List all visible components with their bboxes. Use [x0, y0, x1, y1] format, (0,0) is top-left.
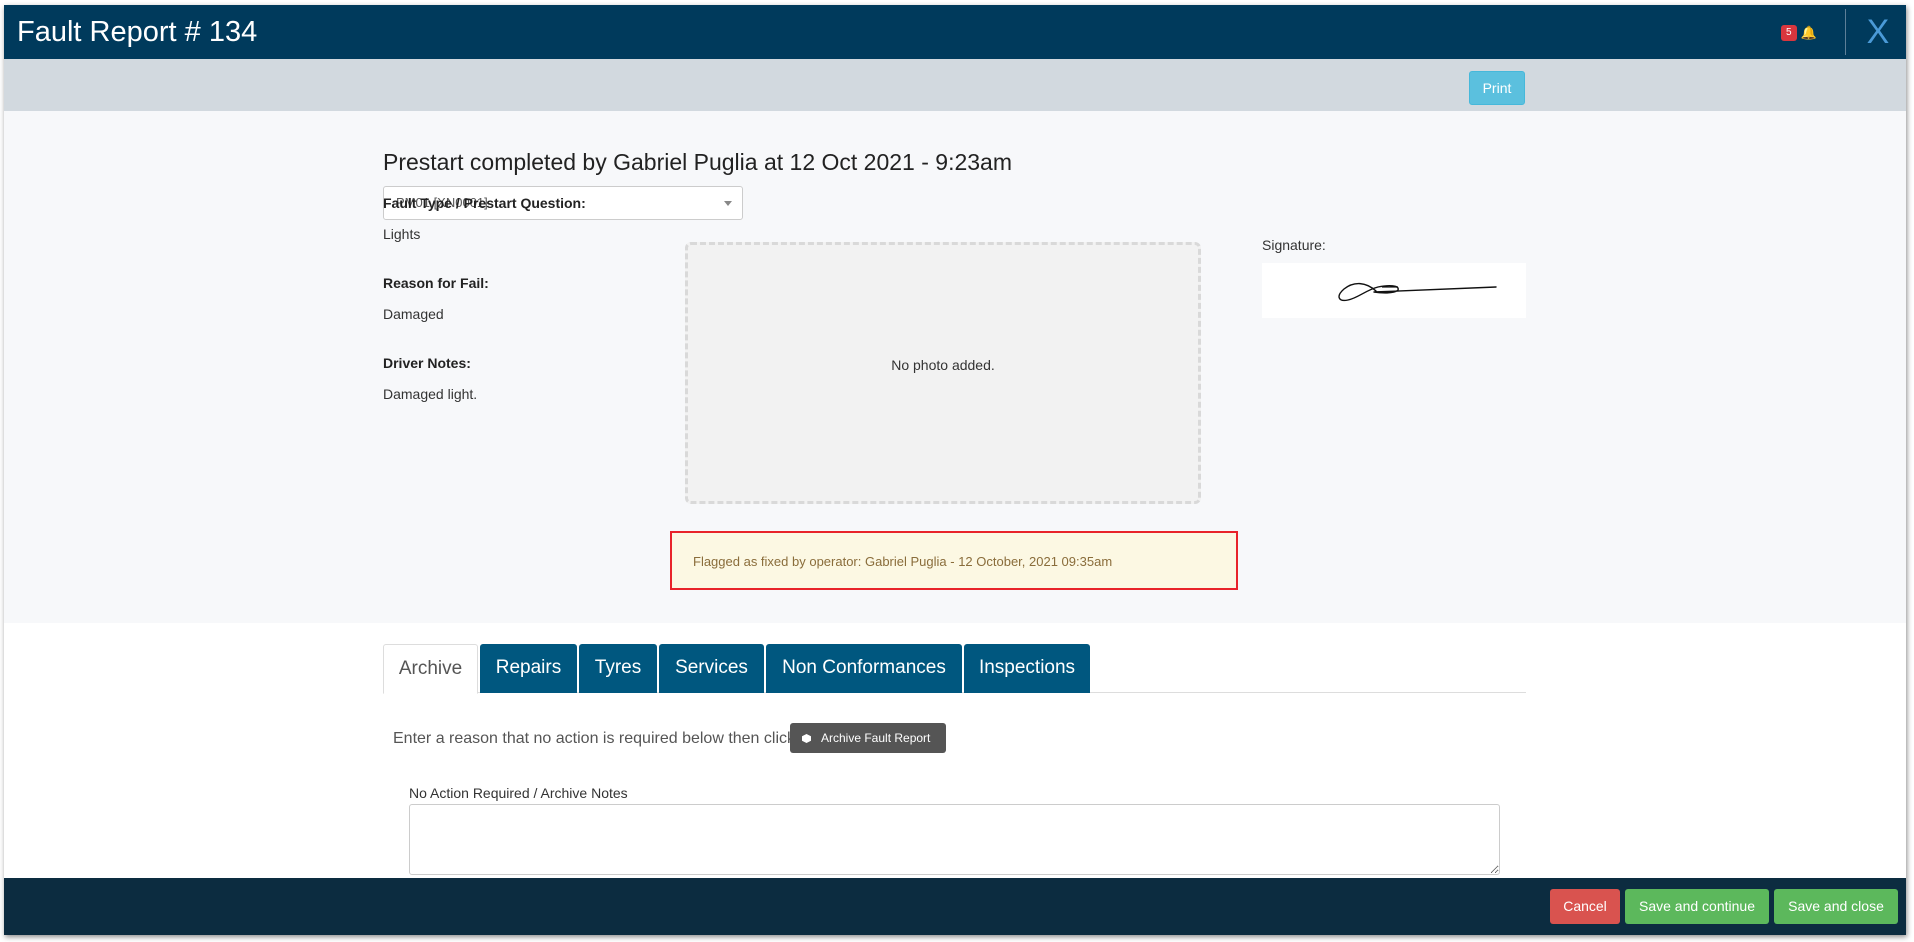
flagged-fixed-alert: Flagged as fixed by operator: Gabriel Pu… [670, 531, 1238, 590]
bell-icon[interactable]: 🔔 [1801, 26, 1817, 40]
title-divider [1845, 9, 1846, 55]
close-button[interactable]: X [1856, 13, 1900, 51]
tab-tyres[interactable]: Tyres [579, 644, 657, 693]
action-tabs: Archive Repairs Tyres Services Non Confo… [383, 644, 1526, 694]
flagged-fixed-text: Flagged as fixed by operator: Gabriel Pu… [693, 554, 1113, 569]
driver-notes-label: Driver Notes: [383, 355, 471, 371]
archive-box-icon [802, 734, 811, 743]
report-heading: Prestart completed by Gabriel Puglia at … [383, 149, 1012, 175]
save-and-close-button[interactable]: Save and close [1774, 889, 1898, 924]
print-button[interactable]: Print [1469, 71, 1525, 105]
fault-type-value: Lights [383, 226, 421, 242]
cancel-button[interactable]: Cancel [1550, 889, 1620, 924]
reason-value: Damaged [383, 306, 444, 322]
footer-bar: Cancel Save and continue Save and close [4, 878, 1906, 935]
archive-notes-textarea[interactable] [409, 804, 1500, 875]
tab-inspections[interactable]: Inspections [964, 644, 1090, 693]
fault-report-window: Fault Report # 134 5 🔔 X Print Prestart … [4, 5, 1906, 935]
tab-repairs[interactable]: Repairs [480, 644, 577, 693]
toolbar: Print [4, 59, 1906, 111]
photo-placeholder: No photo added. [685, 242, 1201, 504]
tab-non-conformances[interactable]: Non Conformances [766, 644, 962, 693]
signature-drawing [1338, 282, 1497, 302]
report-details: Prestart completed by Gabriel Puglia at … [4, 111, 1906, 623]
signature-label: Signature: [1262, 237, 1326, 253]
tab-services[interactable]: Services [659, 644, 764, 693]
archive-instruction: Enter a reason that no action is require… [393, 730, 796, 747]
title-bar: Fault Report # 134 5 🔔 X [4, 5, 1906, 59]
page-title: Fault Report # 134 [17, 16, 258, 48]
fault-type-label: Fault Type / Prestart Question: [383, 195, 586, 211]
driver-notes-value: Damaged light. [383, 386, 478, 402]
archive-notes-label: No Action Required / Archive Notes [409, 785, 628, 801]
tab-archive[interactable]: Archive [383, 644, 478, 694]
action-section: Archive Repairs Tyres Services Non Confo… [4, 623, 1906, 878]
archive-fault-report-button[interactable]: Archive Fault Report [790, 723, 946, 753]
notification-count-badge[interactable]: 5 [1781, 25, 1797, 41]
signature-image [1262, 263, 1526, 318]
notifications[interactable]: 5 🔔 [1781, 24, 1817, 42]
caret-down-icon [724, 201, 732, 206]
archive-button-label: Archive Fault Report [821, 731, 931, 745]
reason-label: Reason for Fail: [383, 275, 489, 291]
save-and-continue-button[interactable]: Save and continue [1625, 889, 1769, 924]
no-photo-text: No photo added. [891, 357, 995, 373]
